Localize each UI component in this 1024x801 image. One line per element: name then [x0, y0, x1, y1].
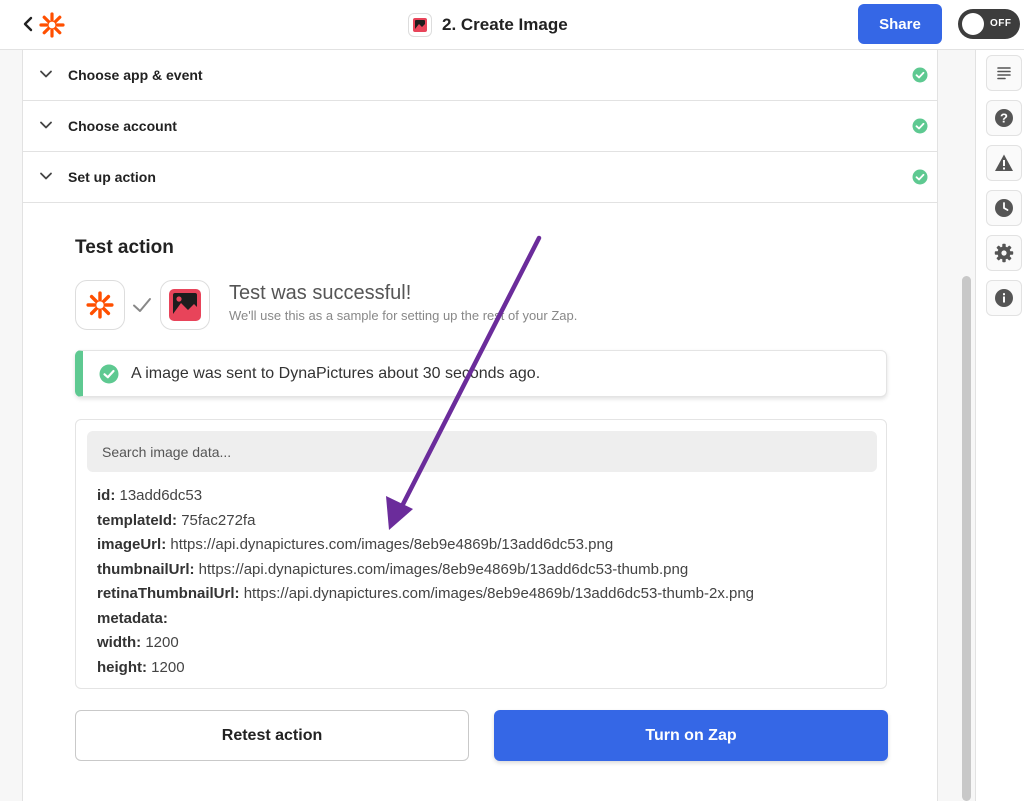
settings-button[interactable] [986, 235, 1022, 271]
back-button[interactable] [18, 12, 38, 36]
image-app-icon [169, 289, 201, 321]
data-field-row: imageUrl: https://api.dynapictures.com/i… [97, 536, 614, 553]
check-circle-icon [912, 169, 928, 185]
action-app-icon-box [160, 280, 210, 330]
section-choose-account[interactable]: Choose account [23, 101, 937, 152]
trigger-app-icon-box [75, 280, 125, 330]
chevron-down-icon [40, 172, 52, 180]
data-field-row: retinaThumbnailUrl: https://api.dynapict… [97, 585, 755, 602]
editor-panel: Choose app & event Choose account Set up… [22, 50, 938, 801]
retest-action-button[interactable]: Retest action [75, 710, 469, 761]
alert-message: A image was sent to DynaPictures about 3… [131, 365, 541, 382]
info-icon [995, 289, 1013, 307]
page-title: 2. Create Image [442, 15, 568, 34]
toggle-knob [962, 13, 984, 35]
turn-on-zap-button[interactable]: Turn on Zap [494, 710, 888, 761]
data-fields-list: id: 13add6dc53 templateId: 75fac272fa im… [97, 484, 754, 680]
check-circle-icon [912, 118, 928, 134]
help-icon: ? [995, 109, 1013, 127]
warning-button[interactable] [986, 145, 1022, 181]
data-field-row: templateId: 75fac272fa [97, 511, 256, 529]
sample-data-box: id: 13add6dc53 templateId: 75fac272fa im… [75, 419, 887, 689]
settings-icon [994, 243, 1014, 263]
search-input[interactable] [87, 431, 877, 472]
section-label: Choose app & event [68, 67, 203, 83]
toggle-label: OFF [990, 18, 1012, 29]
data-field-row: thumbnailUrl: https://api.dynapictures.c… [97, 560, 689, 578]
section-label: Set up action [68, 169, 156, 185]
success-subtitle: We'll use this as a sample for setting u… [229, 308, 578, 323]
zap-on-off-toggle[interactable]: OFF [958, 9, 1020, 39]
history-icon [995, 199, 1013, 217]
test-action-heading: Test action [75, 237, 174, 258]
scrollbar-thumb[interactable] [962, 276, 971, 801]
details-icon [997, 67, 1011, 80]
chevron-down-icon [40, 121, 52, 129]
share-button[interactable]: Share [858, 4, 942, 44]
data-field-row: width: 1200 [97, 634, 179, 651]
chevron-left-icon [23, 16, 33, 32]
section-set-up-action[interactable]: Set up action [23, 152, 937, 203]
data-field-row: id: 13add6dc53 [97, 487, 203, 504]
zap-step-title: 2. Create Image [408, 12, 568, 38]
checkmark-icon [133, 298, 151, 312]
zapier-logo-icon[interactable] [39, 12, 65, 38]
svg-text:?: ? [1000, 111, 1008, 126]
success-alert: A image was sent to DynaPictures about 3… [75, 350, 887, 397]
data-field-row: height: 1200 [97, 658, 185, 676]
section-choose-app-event[interactable]: Choose app & event [23, 50, 937, 101]
data-field-row: metadata: [97, 609, 168, 627]
history-button[interactable] [986, 190, 1022, 226]
check-circle-icon [99, 364, 119, 384]
section-label: Choose account [68, 118, 177, 134]
zapier-logo-icon [86, 291, 114, 319]
help-button[interactable]: ? [986, 100, 1022, 136]
warning-icon [995, 154, 1013, 171]
success-title: Test was successful! [229, 282, 412, 304]
chevron-down-icon [40, 70, 52, 78]
info-button[interactable] [986, 280, 1022, 316]
image-app-icon [408, 13, 432, 37]
check-circle-icon [912, 67, 928, 83]
right-rail: ? [975, 50, 1024, 801]
details-button[interactable] [986, 55, 1022, 91]
top-bar: 2. Create Image Share OFF [0, 0, 1024, 50]
